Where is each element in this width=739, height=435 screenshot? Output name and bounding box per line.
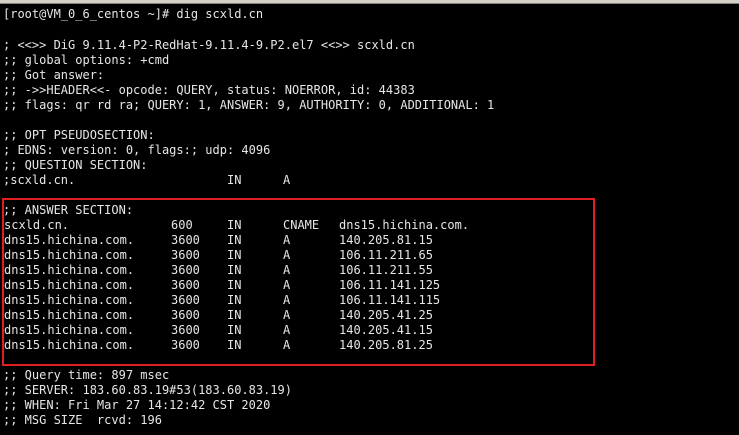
edns-line: ; EDNS: version: 0, flags:; udp: 4096 [3, 143, 271, 157]
record-data: dns15.hichina.com. [339, 218, 470, 232]
record-class: IN [227, 248, 242, 262]
record-ttl: 3600 [171, 263, 200, 277]
record-type: A [283, 338, 291, 352]
flags-line: ;; flags: qr rd ra; QUERY: 1, ANSWER: 9,… [3, 98, 495, 112]
answer-section-label: ;; ANSWER SECTION: [3, 203, 134, 217]
terminal-window[interactable]: [root@VM_0_6_centos ~]# dig scxld.cn ; <… [0, 0, 739, 435]
record-data: 106.11.141.115 [339, 293, 441, 307]
msg-size-line: ;; MSG SIZE rcvd: 196 [3, 413, 162, 427]
record-name: dns15.hichina.com. [4, 233, 135, 247]
record-type: A [283, 263, 291, 277]
record-name: dns15.hichina.com. [4, 263, 135, 277]
record-class: IN [227, 293, 242, 307]
global-options-line: ;; global options: +cmd [3, 53, 170, 67]
question-section-label: ;; QUESTION SECTION: [3, 158, 148, 172]
window-top-border [0, 0, 739, 4]
record-data: 140.205.81.25 [339, 338, 433, 352]
got-answer-line: ;; Got answer: [3, 68, 105, 82]
record-name: dns15.hichina.com. [4, 338, 135, 352]
question-record-row: ;scxld.cn. IN A [3, 173, 290, 188]
record-class: IN [227, 278, 242, 292]
record-data: 106.11.141.125 [339, 278, 441, 292]
dig-version-line: ; <<>> DiG 9.11.4-P2-RedHat-9.11.4-9.P2.… [3, 38, 415, 52]
record-name: dns15.hichina.com. [4, 293, 135, 307]
record-name: dns15.hichina.com. [4, 308, 135, 322]
when-line: ;; WHEN: Fri Mar 27 14:12:42 CST 2020 [3, 398, 271, 412]
record-type: A [283, 308, 291, 322]
record-type: CNAME [283, 218, 320, 232]
record-name: dns15.hichina.com. [4, 278, 135, 292]
record-class: IN [227, 233, 242, 247]
record-type: A [283, 278, 291, 292]
record-class: IN [227, 263, 242, 277]
record-data: 140.205.41.25 [339, 308, 433, 322]
header-status-line: ;; ->>HEADER<<- opcode: QUERY, status: N… [3, 83, 415, 97]
record-ttl: 3600 [171, 323, 200, 337]
record-data: 140.205.81.15 [339, 233, 433, 247]
question-type: A [283, 173, 291, 187]
server-line: ;; SERVER: 183.60.83.19#53(183.60.83.19) [3, 383, 292, 397]
record-type: A [283, 323, 291, 337]
record-data: 140.205.41.15 [339, 323, 433, 337]
query-time-line: ;; Query time: 897 msec [3, 368, 170, 382]
record-name: scxld.cn. [4, 218, 70, 232]
record-class: IN [227, 338, 242, 352]
scrollbar-area[interactable] [735, 4, 739, 435]
record-ttl: 3600 [171, 293, 200, 307]
record-class: IN [227, 308, 242, 322]
record-name: dns15.hichina.com. [4, 323, 135, 337]
question-class: IN [227, 173, 242, 187]
question-name: ;scxld.cn. [3, 173, 76, 187]
record-name: dns15.hichina.com. [4, 248, 135, 262]
record-ttl: 600 [171, 218, 193, 232]
record-ttl: 3600 [171, 248, 200, 262]
record-data: 106.11.211.55 [339, 263, 433, 277]
prompt-text: [root@VM_0_6_centos ~]# dig scxld.cn [3, 7, 264, 21]
record-ttl: 3600 [171, 338, 200, 352]
record-ttl: 3600 [171, 233, 200, 247]
record-type: A [283, 248, 291, 262]
command-prompt-line: [root@VM_0_6_centos ~]# dig scxld.cn [3, 7, 263, 22]
opt-pseudosection-label: ;; OPT PSEUDOSECTION: [3, 128, 155, 142]
record-class: IN [227, 323, 242, 337]
record-data: 106.11.211.65 [339, 248, 433, 262]
record-ttl: 3600 [171, 278, 200, 292]
record-class: IN [227, 218, 242, 232]
record-type: A [283, 233, 291, 247]
record-ttl: 3600 [171, 308, 200, 322]
record-type: A [283, 293, 291, 307]
